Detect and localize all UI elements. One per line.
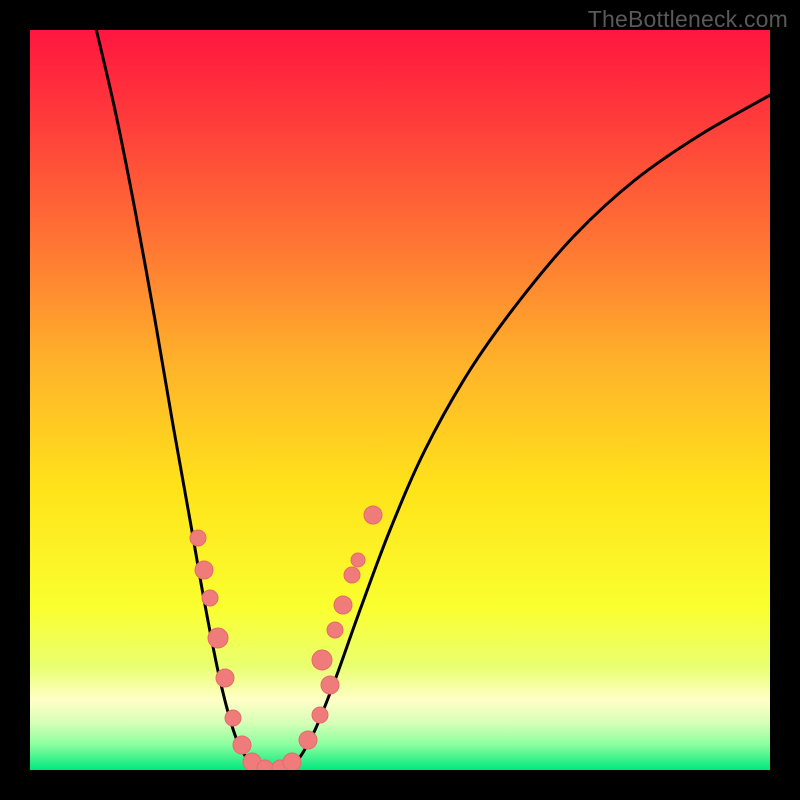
- data-point: [321, 676, 339, 694]
- plot-area: [30, 30, 770, 770]
- data-point: [283, 753, 301, 770]
- data-point: [334, 596, 352, 614]
- data-point: [364, 506, 382, 524]
- data-point: [202, 590, 218, 606]
- data-point: [225, 710, 241, 726]
- data-point: [351, 553, 365, 567]
- data-point: [216, 669, 234, 687]
- data-point: [312, 650, 332, 670]
- data-point: [299, 731, 317, 749]
- data-points: [190, 506, 382, 770]
- data-point: [195, 561, 213, 579]
- data-point: [327, 622, 343, 638]
- data-point: [208, 628, 228, 648]
- watermark-label: TheBottleneck.com: [588, 6, 788, 33]
- data-point: [233, 736, 251, 754]
- data-point: [190, 530, 206, 546]
- data-point: [312, 707, 328, 723]
- data-point: [344, 567, 360, 583]
- bottleneck-curve: [30, 30, 770, 770]
- chart-frame: TheBottleneck.com: [0, 0, 800, 800]
